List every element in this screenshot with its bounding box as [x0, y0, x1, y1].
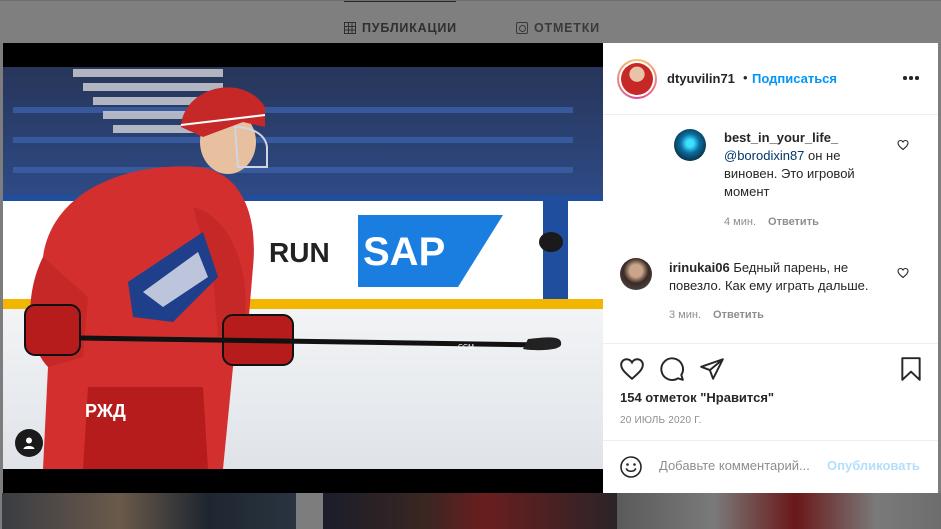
tab-tagged[interactable]: ОТМЕТКИ — [516, 21, 600, 35]
more-icon[interactable] — [903, 70, 923, 86]
comment-icon[interactable] — [659, 356, 685, 382]
comment-input[interactable] — [659, 458, 827, 473]
comment-meta: 3 мин. Ответить — [669, 309, 764, 321]
jersey-logo: РЖД — [85, 401, 126, 421]
author-avatar[interactable] — [617, 59, 657, 99]
ad-board-text: RUN — [269, 237, 330, 268]
post-header: dtyuvilin71 • Подписаться — [603, 43, 938, 115]
grid-thumbnail[interactable] — [617, 493, 941, 529]
publish-button[interactable]: Опубликовать — [827, 458, 920, 473]
heart-icon[interactable] — [619, 356, 645, 382]
follow-button[interactable]: Подписаться — [752, 71, 837, 86]
user-tag-icon — [23, 437, 35, 449]
comment-text: best_in_your_life_ @borodixin87 он не ви… — [724, 129, 894, 201]
commenter-avatar[interactable] — [620, 258, 652, 290]
reply-button[interactable]: Ответить — [768, 216, 819, 228]
heart-icon[interactable] — [897, 139, 909, 151]
post-media: RUN SAP РЖД CCM — [3, 43, 603, 493]
tab-posts-label: ПУБЛИКАЦИИ — [362, 21, 457, 35]
grid-icon — [344, 22, 356, 34]
separator-dot: • — [743, 70, 748, 85]
comment-username[interactable]: irinukai06 — [669, 260, 730, 275]
tag-icon — [516, 22, 528, 34]
stick-brand: CCM — [458, 344, 474, 351]
post-panel: dtyuvilin71 • Подписаться best_in_your_l… — [603, 43, 938, 493]
author-username[interactable]: dtyuvilin71 — [667, 71, 735, 86]
tab-posts[interactable]: ПУБЛИКАЦИИ — [344, 1, 457, 35]
comment-username[interactable]: best_in_your_life_ — [724, 130, 838, 145]
tab-tagged-label: ОТМЕТКИ — [534, 21, 600, 35]
post-actions: 154 отметок "Нравится" 20 ИЮЛЬ 2020 Г. — [603, 343, 938, 433]
emoji-icon[interactable] — [619, 455, 643, 479]
grid-thumbnail[interactable] — [2, 493, 296, 529]
heart-icon[interactable] — [897, 267, 909, 279]
comment-text: irinukai06 Бедный парень, не повезло. Ка… — [669, 259, 899, 295]
user-tag-button[interactable] — [15, 429, 43, 457]
comment-time[interactable]: 4 мин. — [724, 216, 756, 228]
profile-tabs: ПУБЛИКАЦИИ ОТМЕТКИ — [0, 0, 941, 43]
comment-mention[interactable]: @borodixin87 — [724, 148, 804, 163]
post-date[interactable]: 20 ИЮЛЬ 2020 Г. — [620, 415, 702, 426]
commenter-avatar[interactable] — [674, 129, 706, 161]
post-photo: RUN SAP РЖД CCM — [3, 67, 603, 469]
comment-meta: 4 мин. Ответить — [724, 216, 819, 228]
comment-composer: Опубликовать — [603, 440, 938, 493]
ad-board-sap: SAP — [363, 230, 445, 274]
reply-button[interactable]: Ответить — [713, 309, 764, 321]
bookmark-icon[interactable] — [898, 356, 924, 382]
grid-thumbnail[interactable] — [323, 493, 617, 529]
likes-count[interactable]: 154 отметок "Нравится" — [620, 390, 774, 405]
comment-time[interactable]: 3 мин. — [669, 309, 701, 321]
share-icon[interactable] — [699, 356, 725, 382]
